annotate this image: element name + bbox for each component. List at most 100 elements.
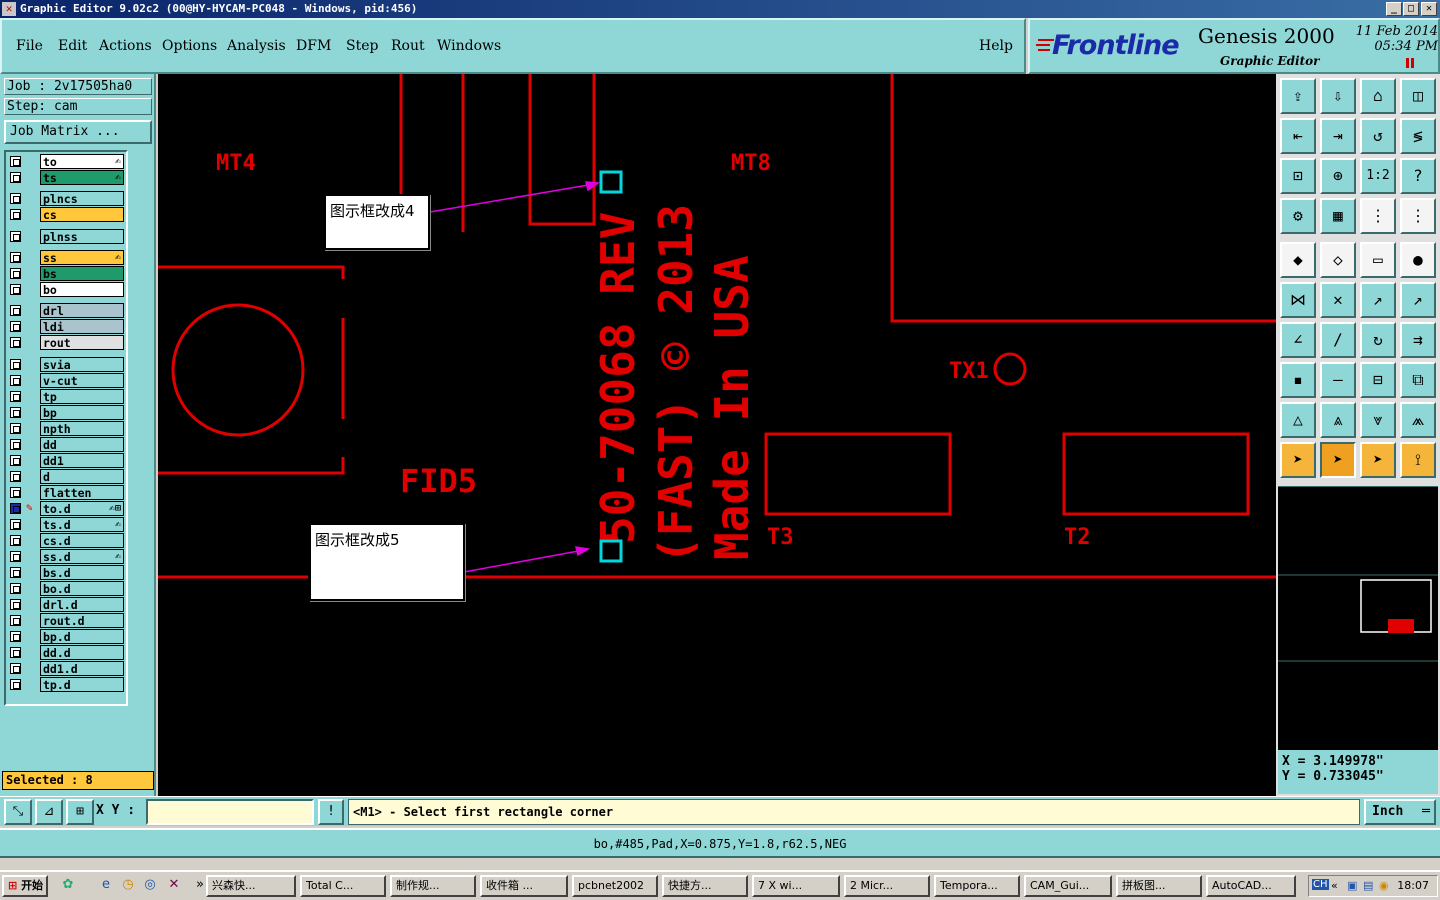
mirror-icon[interactable]: ⇉ bbox=[1400, 322, 1436, 358]
layer-row[interactable]: ldi bbox=[8, 319, 126, 335]
layer-checkbox[interactable] bbox=[10, 486, 21, 498]
collapse-icon[interactable]: « bbox=[1331, 879, 1338, 892]
job-matrix-button[interactable]: Job Matrix ... bbox=[4, 120, 152, 144]
taskbar-item[interactable]: 7 X wi... bbox=[752, 875, 840, 897]
layer-name[interactable]: to ✍ bbox=[40, 154, 124, 169]
layer-checkbox[interactable] bbox=[10, 337, 21, 349]
layer-row[interactable]: rout bbox=[8, 335, 126, 351]
clock-app-icon[interactable]: ◷ bbox=[120, 877, 136, 893]
arc-edit-icon[interactable]: ⩕ bbox=[1400, 402, 1436, 438]
ruler-icon[interactable]: ▭ bbox=[1360, 242, 1396, 278]
layer-checkbox[interactable] bbox=[10, 550, 21, 562]
layer-row[interactable]: tp.d bbox=[8, 676, 126, 692]
layer-row[interactable]: bs.d bbox=[8, 564, 126, 580]
window-icon[interactable]: ◫ bbox=[1400, 78, 1436, 114]
layers-alt-icon[interactable]: ⋮ bbox=[1400, 198, 1436, 234]
x-app-icon[interactable]: ✕ bbox=[166, 877, 182, 893]
overview-map[interactable] bbox=[1278, 486, 1438, 756]
open-job-icon[interactable]: ⇪ bbox=[1280, 78, 1316, 114]
scale-icon[interactable]: 1:2 bbox=[1360, 158, 1396, 194]
layer-name[interactable]: v-cut bbox=[40, 372, 124, 388]
start-button[interactable]: ⊞ 开始 bbox=[2, 875, 48, 897]
menu-help[interactable]: Help bbox=[979, 38, 1013, 54]
resize-icon[interactable]: ▪ bbox=[1280, 362, 1316, 398]
menu-dfm[interactable]: DFM bbox=[296, 38, 331, 54]
snap-icon[interactable]: ⊿ bbox=[35, 799, 63, 825]
layer-name[interactable]: bp bbox=[40, 404, 124, 420]
layer-checkbox[interactable] bbox=[10, 209, 21, 221]
layer-name[interactable]: plnss bbox=[40, 228, 124, 244]
rotate-icon[interactable]: ↻ bbox=[1360, 322, 1396, 358]
layer-row[interactable]: svia bbox=[8, 356, 126, 372]
taskbar-item[interactable]: 收件箱 ... bbox=[480, 875, 568, 897]
layer-checkbox[interactable] bbox=[10, 598, 21, 610]
layer-checkbox[interactable] bbox=[10, 534, 21, 546]
layer-row[interactable]: dd bbox=[8, 436, 126, 452]
minimize-button[interactable]: _ bbox=[1386, 2, 1402, 16]
layer-row[interactable]: bp.d bbox=[8, 628, 126, 644]
layer-name[interactable]: rout.d bbox=[40, 612, 124, 628]
network-icon[interactable]: ▣ bbox=[1347, 879, 1357, 892]
layer-name[interactable]: cs bbox=[40, 207, 124, 223]
layer-name[interactable]: drl bbox=[40, 303, 124, 319]
layer-name[interactable]: rout bbox=[40, 335, 124, 351]
web-icon[interactable]: ◎ bbox=[142, 877, 158, 893]
layer-row[interactable]: to ✍ bbox=[8, 154, 126, 169]
layer-name[interactable]: tp.d bbox=[40, 676, 124, 692]
browser-icon[interactable]: e bbox=[98, 877, 114, 893]
layer-name[interactable]: to.d ✍⊞ bbox=[40, 500, 124, 516]
layer-row[interactable]: bo bbox=[8, 281, 126, 297]
layer-name[interactable]: bo.d bbox=[40, 580, 124, 596]
arc-icon[interactable]: ⩓ bbox=[1320, 402, 1356, 438]
input-method[interactable]: CH bbox=[1312, 879, 1329, 890]
save-icon[interactable]: ⇩ bbox=[1320, 78, 1356, 114]
xy-input[interactable] bbox=[146, 799, 314, 825]
layer-name[interactable]: tp bbox=[40, 388, 124, 404]
layer-name[interactable]: dd bbox=[40, 436, 124, 452]
maximize-button[interactable]: □ bbox=[1403, 2, 1419, 16]
layer-row[interactable]: v-cut bbox=[8, 372, 126, 388]
quicklaunch-icon[interactable]: ✿ bbox=[60, 877, 76, 893]
select-shape-icon[interactable]: ◇ bbox=[1320, 242, 1356, 278]
layer-checkbox[interactable] bbox=[10, 230, 21, 242]
layers-icon[interactable]: ⋮ bbox=[1360, 198, 1396, 234]
taskbar-item[interactable]: 2 Micr... bbox=[844, 875, 930, 897]
layer-name[interactable]: ts ✍ bbox=[40, 170, 124, 185]
tray-app-icon[interactable]: ◉ bbox=[1379, 879, 1389, 892]
layer-name[interactable]: dd.d bbox=[40, 644, 124, 660]
layer-name[interactable]: bo bbox=[40, 281, 124, 297]
layer-checkbox[interactable] bbox=[10, 630, 21, 642]
layer-checkbox[interactable] bbox=[10, 283, 21, 295]
menu-edit[interactable]: Edit bbox=[58, 38, 87, 54]
select-feature-icon[interactable]: ◆ bbox=[1280, 242, 1316, 278]
layer-row[interactable]: bp bbox=[8, 404, 126, 420]
layer-name[interactable]: d bbox=[40, 468, 124, 484]
zoom-prev-icon[interactable]: ⇤ bbox=[1280, 118, 1316, 154]
layer-checkbox[interactable] bbox=[10, 646, 21, 658]
alert-icon[interactable]: ! bbox=[318, 799, 344, 825]
layer-checkbox[interactable] bbox=[10, 470, 21, 482]
delete-icon[interactable]: ✕ bbox=[1320, 282, 1356, 318]
graphic-canvas[interactable]: MT4 MT8 FID5 TX1 T3 T2 50-70068 REV (FAS… bbox=[158, 74, 1276, 796]
menu-windows[interactable]: Windows bbox=[437, 38, 501, 54]
measure-icon[interactable]: ⊟ bbox=[1360, 362, 1396, 398]
layer-row[interactable]: drl.d bbox=[8, 596, 126, 612]
layer-name[interactable]: drl.d bbox=[40, 596, 124, 612]
layer-row[interactable]: plnss bbox=[8, 228, 126, 244]
group-icon[interactable]: ⧉ bbox=[1400, 362, 1436, 398]
pointer-select-icon[interactable]: ➤ bbox=[1320, 442, 1356, 478]
config-icon[interactable]: ⚙ bbox=[1280, 198, 1316, 234]
layer-row[interactable]: dd1 bbox=[8, 452, 126, 468]
unit-select[interactable]: Inch ═ bbox=[1364, 799, 1436, 825]
menu-rout[interactable]: Rout bbox=[391, 38, 425, 54]
layer-row[interactable]: ts ✍ bbox=[8, 170, 126, 185]
layer-name[interactable]: ss.d ✍ bbox=[40, 548, 124, 564]
taskbar-item[interactable]: pcbnet2002 bbox=[572, 875, 658, 897]
help-icon[interactable]: ? bbox=[1400, 158, 1436, 194]
layer-row[interactable]: drl bbox=[8, 303, 126, 319]
layer-name[interactable]: dd1 bbox=[40, 452, 124, 468]
layer-name[interactable]: svia bbox=[40, 356, 124, 372]
layer-row[interactable]: d bbox=[8, 468, 126, 484]
layer-checkbox[interactable] bbox=[10, 172, 21, 183]
layer-row[interactable]: ss.d ✍ bbox=[8, 548, 126, 564]
